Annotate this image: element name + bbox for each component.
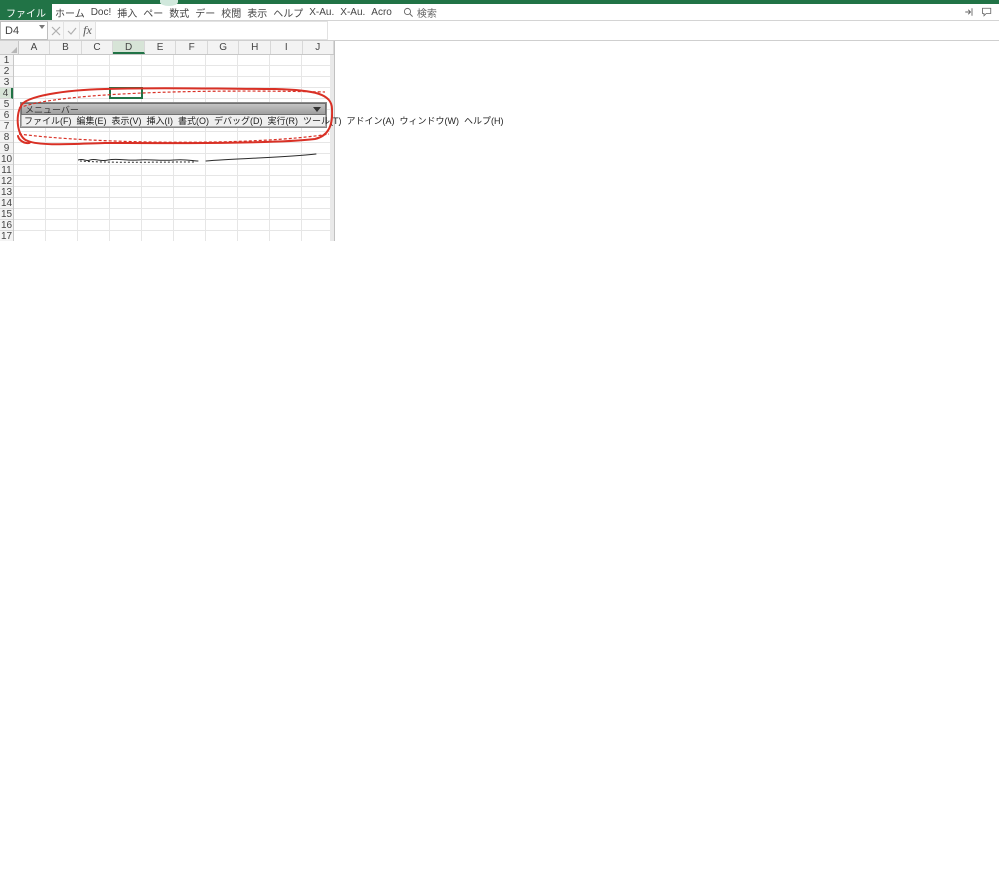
row-header-2[interactable]: 2 (0, 66, 13, 77)
ribbon-tab-addin-2[interactable]: X-Au. (337, 4, 368, 20)
inset-menu-tools[interactable]: ツール(T) (303, 114, 342, 127)
col-header-I[interactable]: I (271, 41, 303, 54)
inset-menu-edit[interactable]: 編集(E) (77, 114, 107, 127)
row-header-11[interactable]: 11 (0, 165, 13, 176)
dropdown-icon (313, 107, 321, 112)
col-header-C[interactable]: C (82, 41, 114, 54)
ribbon-tab-home[interactable]: ホーム (52, 4, 88, 20)
column-header-row: A B C D E F G H I J (0, 41, 334, 55)
inset-title-label: メニューバー (25, 103, 79, 116)
tell-me-search[interactable]: 検索 (399, 5, 441, 20)
name-box-value: D4 (5, 25, 19, 37)
search-label: 検索 (417, 5, 437, 20)
ribbon-tab-formulas[interactable]: 数式 (166, 4, 192, 20)
row-header-4[interactable]: 4 (0, 88, 13, 99)
row-header-7[interactable]: 7 (0, 121, 13, 132)
col-header-F[interactable]: F (176, 41, 208, 54)
ribbon-tab-insert[interactable]: 挿入 (114, 4, 140, 20)
inset-menu-addins[interactable]: アドイン(A) (347, 114, 395, 127)
col-header-J[interactable]: J (303, 41, 335, 54)
col-header-G[interactable]: G (208, 41, 240, 54)
worksheet-grid[interactable]: A B C D E F G H I J 1 2 3 4 5 6 7 8 9 10 (0, 41, 335, 241)
chevron-down-icon (39, 25, 45, 29)
comments-icon[interactable] (981, 6, 993, 18)
inset-vbe-menubar-screenshot: メニューバー ファイル(F) 編集(E) 表示(V) 挿入(I) 書式(O) デ… (21, 103, 326, 127)
inset-menu-debug[interactable]: デバッグ(D) (214, 114, 263, 127)
cells-area[interactable] (14, 55, 334, 241)
row-header-6[interactable]: 6 (0, 110, 13, 121)
quick-access-toolbar (0, 0, 999, 4)
col-header-B[interactable]: B (50, 41, 82, 54)
row-header-1[interactable]: 1 (0, 55, 13, 66)
inset-menu-format[interactable]: 書式(O) (178, 114, 209, 127)
row-header-10[interactable]: 10 (0, 154, 13, 165)
name-box[interactable]: D4 (0, 21, 48, 40)
select-all-corner[interactable] (0, 41, 19, 54)
col-header-A[interactable]: A (19, 41, 51, 54)
inset-menu-view[interactable]: 表示(V) (112, 114, 142, 127)
formula-input[interactable] (96, 21, 328, 40)
ribbon-tab-addin-1[interactable]: X-Au. (306, 4, 337, 20)
row-header-column: 1 2 3 4 5 6 7 8 9 10 11 12 13 14 15 16 1… (0, 55, 14, 241)
vertical-scrollbar[interactable] (330, 55, 334, 241)
inset-menu-run[interactable]: 実行(R) (268, 114, 299, 127)
row-header-15[interactable]: 15 (0, 209, 13, 220)
ribbon-tab-pagelayout[interactable]: ペー (140, 4, 166, 20)
selected-cell[interactable] (110, 88, 142, 98)
fx-label: fx (83, 23, 92, 38)
inset-menu-file[interactable]: ファイル(F) (24, 114, 72, 127)
ribbon-tab-view[interactable]: 表示 (244, 4, 270, 20)
check-icon (67, 26, 77, 36)
formula-bar: D4 fx (0, 21, 999, 41)
inset-menu-insert[interactable]: 挿入(I) (147, 114, 174, 127)
col-header-H[interactable]: H (239, 41, 271, 54)
row-header-16[interactable]: 16 (0, 220, 13, 231)
share-icon[interactable] (963, 6, 975, 18)
ribbon-tab-data[interactable]: デー (192, 4, 218, 20)
ribbon-tab-help[interactable]: ヘルプ (270, 4, 306, 20)
insert-function-button[interactable]: fx (80, 21, 96, 40)
col-header-E[interactable]: E (145, 41, 177, 54)
col-header-D[interactable]: D (113, 41, 145, 54)
row-header-3[interactable]: 3 (0, 77, 13, 88)
row-header-8[interactable]: 8 (0, 132, 13, 143)
row-header-14[interactable]: 14 (0, 198, 13, 209)
inset-titlebar[interactable]: メニューバー (21, 103, 326, 115)
row-header-13[interactable]: 13 (0, 187, 13, 198)
inset-menu-help[interactable]: ヘルプ(H) (464, 114, 504, 127)
ribbon-tab-strip: ファイル ホーム Doc! 挿入 ペー 数式 デー 校閲 表示 ヘルプ X-Au… (0, 4, 999, 21)
ribbon-tab-acrobat[interactable]: Acro (368, 4, 395, 20)
ribbon-tab-file[interactable]: ファイル (0, 4, 52, 20)
inset-menu-window[interactable]: ウィンドウ(W) (400, 114, 460, 127)
ribbon-tab-review[interactable]: 校閲 (218, 4, 244, 20)
row-header-5[interactable]: 5 (0, 99, 13, 110)
row-header-12[interactable]: 12 (0, 176, 13, 187)
close-icon (51, 26, 61, 36)
formula-enter-button[interactable] (64, 21, 80, 40)
inset-menu-bar: ファイル(F) 編集(E) 表示(V) 挿入(I) 書式(O) デバッグ(D) … (21, 115, 326, 127)
row-header-9[interactable]: 9 (0, 143, 13, 154)
formula-cancel-button[interactable] (48, 21, 64, 40)
search-icon (403, 7, 414, 18)
ribbon-tab-docuworks[interactable]: Doc! (88, 4, 115, 20)
row-header-17[interactable]: 17 (0, 231, 13, 241)
